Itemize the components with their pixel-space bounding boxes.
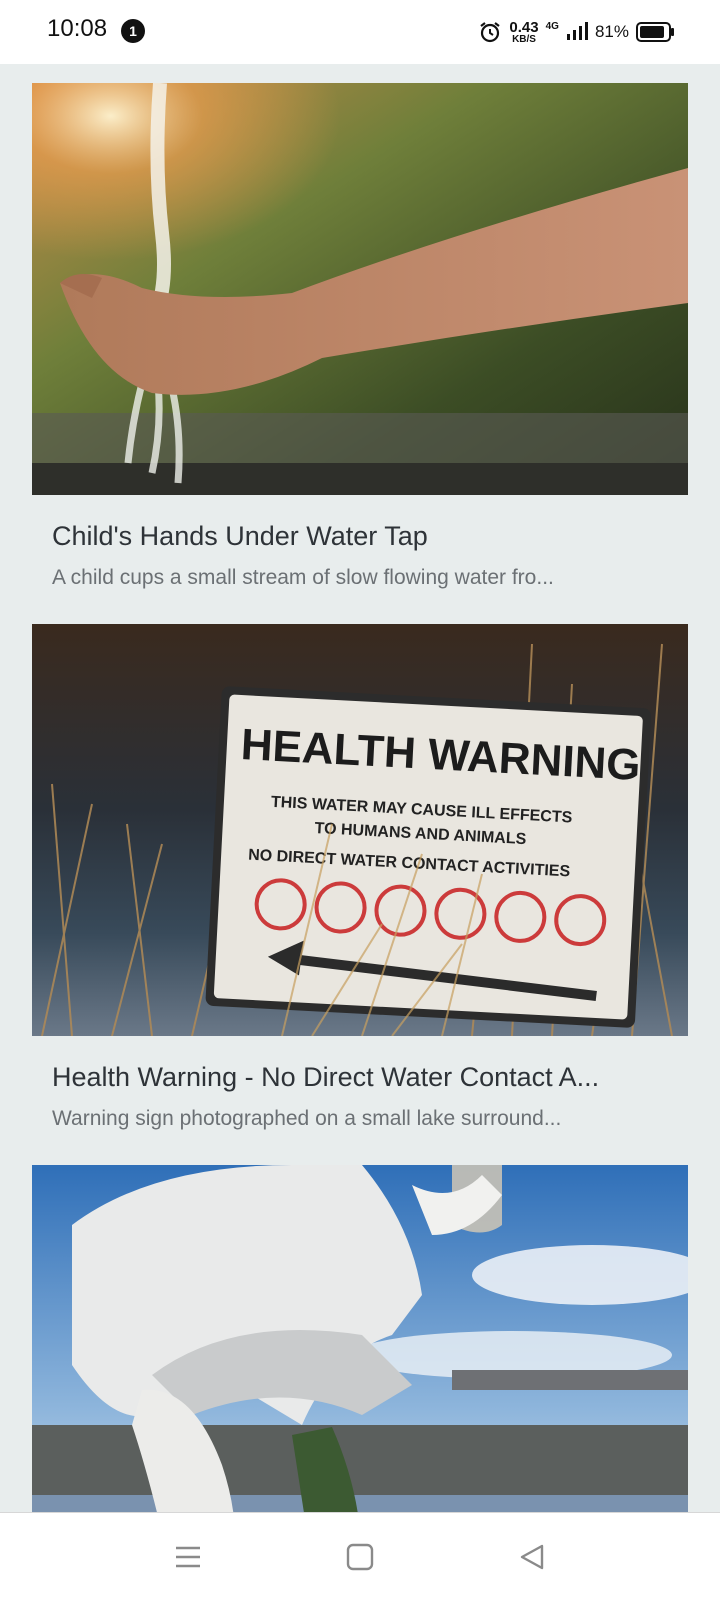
card-title[interactable]: Child's Hands Under Water Tap (52, 521, 672, 552)
list-item[interactable]: HEALTH WARNING THIS WATER MAY CAUSE ILL … (32, 624, 688, 1144)
card-description[interactable]: Warning sign photographed on a small lak… (52, 1107, 672, 1131)
card-image-water-tap[interactable] (32, 83, 688, 495)
notification-badge: 1 (121, 19, 145, 43)
water-tap-photo-icon (32, 83, 688, 495)
status-bar: 10:08 1 0.43 KB/S 4G 81% (0, 0, 720, 64)
back-triangle-icon[interactable] (516, 1541, 548, 1573)
image-list[interactable]: Child's Hands Under Water Tap A child cu… (0, 64, 720, 1512)
battery-icon (636, 22, 674, 42)
battery-percent: 81% (594, 22, 629, 41)
list-item[interactable] (32, 1165, 688, 1512)
status-time: 10:08 (47, 15, 108, 42)
card-image-water-sampling[interactable] (32, 1165, 688, 1512)
water-sampling-photo-icon (32, 1165, 688, 1512)
status-right-cluster: 0.43 KB/S 4G 81% (478, 17, 676, 47)
list-item[interactable]: Child's Hands Under Water Tap A child cu… (32, 83, 688, 603)
network-type-label: 4G (545, 20, 559, 32)
network-speed: 0.43 KB/S (509, 18, 539, 45)
signal-icon (566, 22, 588, 40)
card-description[interactable]: A child cups a small stream of slow flow… (52, 566, 672, 590)
navigation-bar (0, 1512, 720, 1600)
card-title[interactable]: Health Warning - No Direct Water Contact… (52, 1062, 672, 1093)
home-square-icon[interactable] (344, 1541, 376, 1573)
alarm-icon (480, 22, 501, 43)
card-image-health-warning[interactable]: HEALTH WARNING THIS WATER MAY CAUSE ILL … (32, 624, 688, 1036)
health-warning-photo-icon: HEALTH WARNING THIS WATER MAY CAUSE ILL … (32, 624, 688, 1036)
menu-icon[interactable] (172, 1541, 204, 1573)
